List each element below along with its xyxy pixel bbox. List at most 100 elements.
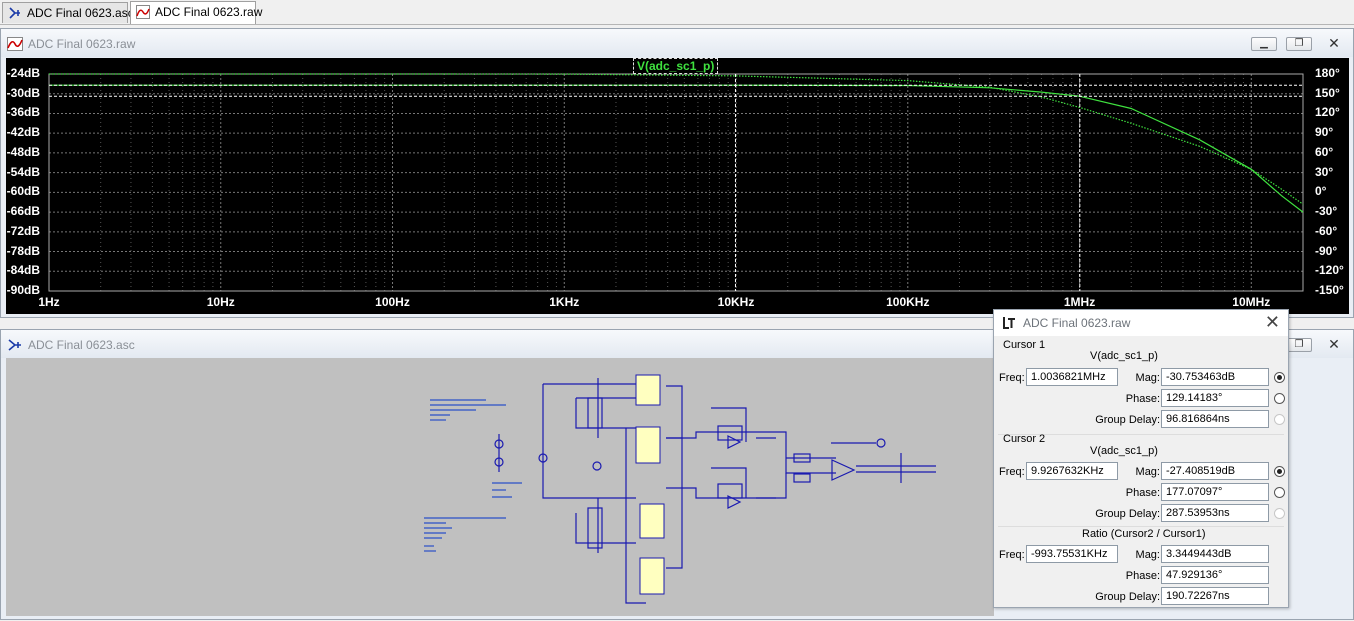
- y-tick-label: -42dB: [6, 125, 40, 140]
- tab-label: ADC Final 0623.raw: [155, 5, 263, 19]
- restore-button[interactable]: ❐: [1286, 37, 1312, 51]
- y-tick-label: -24dB: [6, 66, 40, 80]
- cursor1-freq-label: Freq:: [999, 372, 1025, 384]
- close-button[interactable]: ✕: [1321, 336, 1347, 352]
- y-tick-label: -48dB: [6, 144, 40, 159]
- y2-tick-label: 90°: [1315, 125, 1334, 140]
- y2-tick-label: -60°: [1315, 223, 1338, 238]
- cursor1-phase-field[interactable]: 129.14183°: [1161, 389, 1269, 407]
- cursor2-mag-radio[interactable]: [1274, 466, 1285, 477]
- ratio-phase-field[interactable]: 47.929136°: [1161, 566, 1269, 584]
- x-tick-label: 1Hz: [38, 295, 60, 309]
- cursor1-phase-label: Phase:: [1125, 393, 1160, 405]
- cursor1-phase-radio[interactable]: [1274, 393, 1285, 404]
- plot-frame: [48, 73, 1304, 292]
- dialog-title: ADC Final 0623.raw: [1023, 316, 1131, 330]
- y2-tick-label: -150°: [1315, 283, 1344, 297]
- dialog-titlebar[interactable]: ADC Final 0623.raw ✕: [994, 310, 1288, 336]
- y-tick-label: -54dB: [6, 164, 40, 179]
- y2-tick-label: 0°: [1315, 184, 1327, 199]
- y2-tick-label: 150°: [1315, 85, 1340, 100]
- y-tick-label: -72dB: [6, 223, 40, 238]
- spice-directives: [424, 399, 522, 552]
- cursor2-gd-label: Group Delay:: [1095, 508, 1160, 520]
- cursor2-phase-field[interactable]: 177.07097°: [1161, 483, 1269, 501]
- y2-tick-label: -90°: [1315, 243, 1338, 258]
- y-tick-label: -60dB: [6, 184, 40, 199]
- tab-label: ADC Final 0623.asc: [27, 6, 134, 20]
- cursor1-gd-label: Group Delay:: [1095, 414, 1160, 426]
- cursor1-mag-field[interactable]: -30.753463dB: [1161, 368, 1269, 386]
- trace-label[interactable]: V(adc_sc1_p): [633, 58, 719, 74]
- schematic-icon: [9, 7, 20, 19]
- close-button[interactable]: ✕: [1321, 36, 1347, 51]
- close-icon: ✕: [1264, 312, 1280, 332]
- cursor-readout-dialog: ADC Final 0623.raw ✕ Cursor 1 V(adc_sc1_…: [993, 309, 1289, 608]
- y-tick-label: -66dB: [6, 204, 40, 219]
- x-tick-label: 10MHz: [1232, 295, 1271, 309]
- ratio-heading: Ratio (Cursor2 / Cursor1): [1082, 528, 1206, 540]
- x-tick-label: 100KHz: [886, 295, 930, 309]
- waveform-plot[interactable]: [6, 58, 1349, 314]
- y-tick-label: -30dB: [6, 85, 40, 100]
- y2-tick-label: -120°: [1315, 263, 1344, 278]
- dialog-close-button[interactable]: ✕: [1265, 312, 1280, 333]
- waveform-plot-svg[interactable]: [6, 58, 1349, 314]
- cursor1-heading: Cursor 1: [1003, 339, 1046, 351]
- switched-capacitor-blocks: [635, 374, 665, 595]
- ratio-mag-label: Mag:: [1135, 549, 1160, 561]
- cursor2-trace: V(adc_sc1_p): [1090, 445, 1158, 457]
- x-tick-label: 1MHz: [1063, 295, 1096, 309]
- schematic-window-title: ADC Final 0623.asc: [28, 338, 135, 352]
- ratio-freq-label: Freq:: [999, 549, 1025, 561]
- cursor2-heading: Cursor 2: [1003, 433, 1046, 445]
- document-tab-bar: ADC Final 0623.asc ADC Final 0623.raw: [0, 0, 1354, 25]
- cursor2-mag-label: Mag:: [1135, 466, 1160, 478]
- y2-tick-label: 120°: [1315, 105, 1340, 120]
- x-tick-label: 1KHz: [549, 295, 580, 309]
- restore-icon: ❐: [1294, 339, 1304, 350]
- cursor2-freq-label: Freq:: [999, 466, 1025, 478]
- minimize-button[interactable]: ▁: [1251, 37, 1277, 51]
- ratio-gd-label: Group Delay:: [1095, 591, 1160, 603]
- y-tick-label: -84dB: [6, 263, 40, 278]
- cursor2-gd-radio[interactable]: [1274, 508, 1285, 519]
- plot-window-titlebar[interactable]: ADC Final 0623.raw ▁ ❐ ✕: [1, 29, 1353, 57]
- ltspice-logo-icon: [1003, 317, 1015, 329]
- cursor1-gd-radio[interactable]: [1274, 414, 1285, 425]
- cursor2-phase-radio[interactable]: [1274, 487, 1285, 498]
- close-icon: ✕: [1328, 336, 1340, 352]
- x-tick-label: 10Hz: [206, 295, 235, 309]
- cursor2-gd-field[interactable]: 287.53953ns: [1161, 504, 1269, 522]
- restore-icon: ❐: [1294, 38, 1304, 49]
- schematic-canvas[interactable]: [6, 358, 994, 616]
- y2-tick-label: -30°: [1315, 204, 1338, 219]
- magnitude-trace: [49, 84, 1304, 213]
- plot-window-title: ADC Final 0623.raw: [28, 37, 136, 51]
- y2-tick-label: 30°: [1315, 164, 1334, 179]
- cursor2-phase-label: Phase:: [1125, 487, 1160, 499]
- cursor1-mag-radio[interactable]: [1274, 372, 1285, 383]
- y2-tick-label: 180°: [1315, 66, 1340, 80]
- ratio-gd-field[interactable]: 190.72267ns: [1161, 587, 1269, 605]
- cursor2-mag-field[interactable]: -27.408519dB: [1161, 462, 1269, 480]
- minimize-icon: ▁: [1260, 38, 1268, 49]
- ratio-phase-label: Phase:: [1125, 570, 1160, 582]
- divider: [998, 526, 1284, 527]
- waveform-icon: [7, 37, 23, 51]
- y2-tick-label: 60°: [1315, 144, 1334, 159]
- ratio-mag-field[interactable]: 3.3449443dB: [1161, 545, 1269, 563]
- x-tick-label: 10KHz: [717, 295, 755, 309]
- cursor1-mag-label: Mag:: [1135, 372, 1160, 384]
- y-tick-label: -78dB: [6, 243, 40, 258]
- waveform-icon: [136, 5, 150, 19]
- tab-waveform[interactable]: ADC Final 0623.raw: [130, 1, 262, 24]
- tab-schematic[interactable]: ADC Final 0623.asc: [2, 2, 134, 23]
- schematic-drawing[interactable]: [6, 358, 994, 616]
- x-tick-label: 100Hz: [375, 295, 410, 309]
- schematic-icon: [8, 339, 21, 351]
- y-tick-label: -36dB: [6, 105, 40, 120]
- restore-button[interactable]: ❐: [1286, 338, 1312, 352]
- cursor1-trace: V(adc_sc1_p): [1090, 350, 1158, 362]
- cursor1-gd-field[interactable]: 96.816864ns: [1161, 410, 1269, 428]
